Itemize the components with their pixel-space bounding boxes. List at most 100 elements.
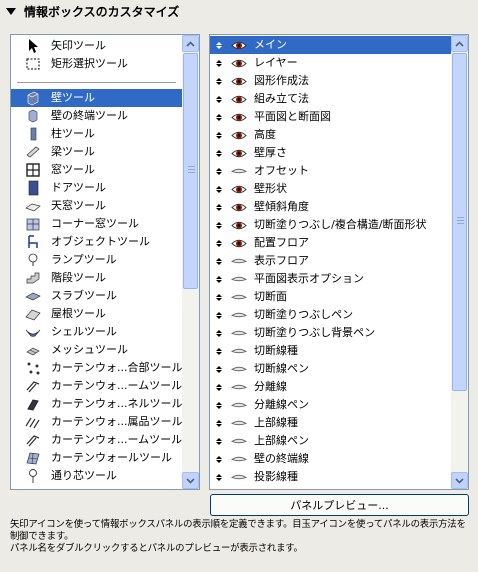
- tool-item[interactable]: 矩形選択ツール: [11, 55, 182, 73]
- tool-item[interactable]: カーテンウォ...ネルツール: [11, 395, 182, 413]
- eye-open-icon[interactable]: [230, 219, 248, 231]
- eye-closed-icon[interactable]: [230, 381, 248, 393]
- tool-item[interactable]: 矢印ツール: [11, 37, 182, 55]
- eye-closed-icon[interactable]: [230, 327, 248, 339]
- scroll-down-button[interactable]: [182, 472, 199, 489]
- tool-item[interactable]: 柱ツール: [11, 125, 182, 143]
- eye-closed-icon[interactable]: [230, 417, 248, 429]
- panel-item[interactable]: 壁の終端線: [210, 450, 451, 468]
- panel-item[interactable]: 切断面: [210, 288, 451, 306]
- collapse-triangle-icon[interactable]: [6, 7, 16, 15]
- tool-item[interactable]: 天窓ツール: [11, 197, 182, 215]
- panel-item[interactable]: 切断塗りつぶしペン: [210, 306, 451, 324]
- reorder-arrows-icon[interactable]: [214, 257, 224, 265]
- tool-item[interactable]: シェルツール: [11, 323, 182, 341]
- panel-item[interactable]: 分離線: [210, 378, 451, 396]
- reorder-arrows-icon[interactable]: [214, 95, 224, 103]
- tool-item[interactable]: 階段ツール: [11, 269, 182, 287]
- panel-item[interactable]: 切断線種: [210, 342, 451, 360]
- eye-closed-icon[interactable]: [230, 345, 248, 357]
- tool-item[interactable]: カーテンウォ...合部ツール: [11, 359, 182, 377]
- reorder-arrows-icon[interactable]: [214, 383, 224, 391]
- eye-open-icon[interactable]: [230, 75, 248, 87]
- scroll-thumb[interactable]: [183, 53, 198, 289]
- panel-item[interactable]: 図形作成法: [210, 72, 451, 90]
- scroll-thumb[interactable]: [452, 53, 467, 391]
- tool-item[interactable]: ランプツール: [11, 251, 182, 269]
- panel-item[interactable]: 表示フロア: [210, 252, 451, 270]
- reorder-arrows-icon[interactable]: [214, 59, 224, 67]
- reorder-arrows-icon[interactable]: [214, 221, 224, 229]
- panel-item[interactable]: 上部線種: [210, 414, 451, 432]
- tool-item[interactable]: カーテンウォールツール: [11, 449, 182, 467]
- tool-item[interactable]: 通り芯ツール: [11, 467, 182, 485]
- eye-closed-icon[interactable]: [230, 399, 248, 411]
- eye-open-icon[interactable]: [230, 39, 248, 51]
- tool-item[interactable]: カーテンウォ...ームツール: [11, 377, 182, 395]
- eye-closed-icon[interactable]: [230, 363, 248, 375]
- panel-item[interactable]: 切断線ペン: [210, 360, 451, 378]
- reorder-arrows-icon[interactable]: [214, 473, 224, 481]
- panel-header[interactable]: 情報ボックスのカスタマイズ: [0, 0, 478, 22]
- tool-item[interactable]: 梁ツール: [11, 143, 182, 161]
- eye-closed-icon[interactable]: [230, 291, 248, 303]
- reorder-arrows-icon[interactable]: [214, 149, 224, 157]
- eye-closed-icon[interactable]: [230, 165, 248, 177]
- tool-item[interactable]: 窓ツール: [11, 161, 182, 179]
- reorder-arrows-icon[interactable]: [214, 347, 224, 355]
- scroll-up-button[interactable]: [451, 35, 468, 52]
- tool-item[interactable]: 壁ツール: [11, 89, 182, 107]
- reorder-arrows-icon[interactable]: [214, 203, 224, 211]
- reorder-arrows-icon[interactable]: [214, 113, 224, 121]
- panel-item[interactable]: 上部線ペン: [210, 432, 451, 450]
- reorder-arrows-icon[interactable]: [214, 131, 224, 139]
- panel-item[interactable]: 組み立て法: [210, 90, 451, 108]
- eye-closed-icon[interactable]: [230, 453, 248, 465]
- panel-item[interactable]: 切断塗りつぶし/複合構造/断面形状: [210, 216, 451, 234]
- eye-open-icon[interactable]: [230, 201, 248, 213]
- reorder-arrows-icon[interactable]: [214, 239, 224, 247]
- reorder-arrows-icon[interactable]: [214, 275, 224, 283]
- eye-closed-icon[interactable]: [230, 471, 248, 483]
- tool-item[interactable]: カーテンウォ...属品ツール: [11, 413, 182, 431]
- panel-item[interactable]: 投影線種: [210, 468, 451, 486]
- eye-closed-icon[interactable]: [230, 435, 248, 447]
- tool-item[interactable]: 壁の終端ツール: [11, 107, 182, 125]
- tool-item[interactable]: カーテンウォ...ームツール: [11, 431, 182, 449]
- tool-item[interactable]: オブジェクトツール: [11, 233, 182, 251]
- reorder-arrows-icon[interactable]: [214, 185, 224, 193]
- reorder-arrows-icon[interactable]: [214, 329, 224, 337]
- panel-item[interactable]: 高度: [210, 126, 451, 144]
- eye-open-icon[interactable]: [230, 57, 248, 69]
- tool-item[interactable]: コーナー窓ツール: [11, 215, 182, 233]
- eye-open-icon[interactable]: [230, 237, 248, 249]
- reorder-arrows-icon[interactable]: [214, 455, 224, 463]
- tool-list-scrollbar[interactable]: [182, 35, 199, 489]
- tool-item[interactable]: ドアツール: [11, 179, 182, 197]
- reorder-arrows-icon[interactable]: [214, 419, 224, 427]
- reorder-arrows-icon[interactable]: [214, 311, 224, 319]
- reorder-arrows-icon[interactable]: [214, 293, 224, 301]
- panel-item[interactable]: 壁傾斜角度: [210, 198, 451, 216]
- reorder-arrows-icon[interactable]: [214, 77, 224, 85]
- reorder-arrows-icon[interactable]: [214, 401, 224, 409]
- eye-open-icon[interactable]: [230, 111, 248, 123]
- eye-closed-icon[interactable]: [230, 273, 248, 285]
- reorder-arrows-icon[interactable]: [214, 167, 224, 175]
- panel-item[interactable]: 壁形状: [210, 180, 451, 198]
- scroll-up-button[interactable]: [182, 35, 199, 52]
- eye-open-icon[interactable]: [230, 183, 248, 195]
- tool-item[interactable]: メッシュツール: [11, 341, 182, 359]
- panel-item[interactable]: 平面図表示オプション: [210, 270, 451, 288]
- eye-open-icon[interactable]: [230, 129, 248, 141]
- panel-item[interactable]: 壁厚さ: [210, 144, 451, 162]
- eye-closed-icon[interactable]: [230, 309, 248, 321]
- property-list[interactable]: メイン レイヤー 図形作成法 組み立て法 平面図と断面図 高度 壁厚さ オフセッ…: [209, 34, 469, 490]
- reorder-arrows-icon[interactable]: [214, 365, 224, 373]
- eye-closed-icon[interactable]: [230, 255, 248, 267]
- panel-item[interactable]: レイヤー: [210, 54, 451, 72]
- eye-open-icon[interactable]: [230, 147, 248, 159]
- property-list-scrollbar[interactable]: [451, 35, 468, 489]
- panel-preview-button[interactable]: パネルプレビュー...: [210, 494, 469, 516]
- reorder-arrows-icon[interactable]: [214, 41, 224, 49]
